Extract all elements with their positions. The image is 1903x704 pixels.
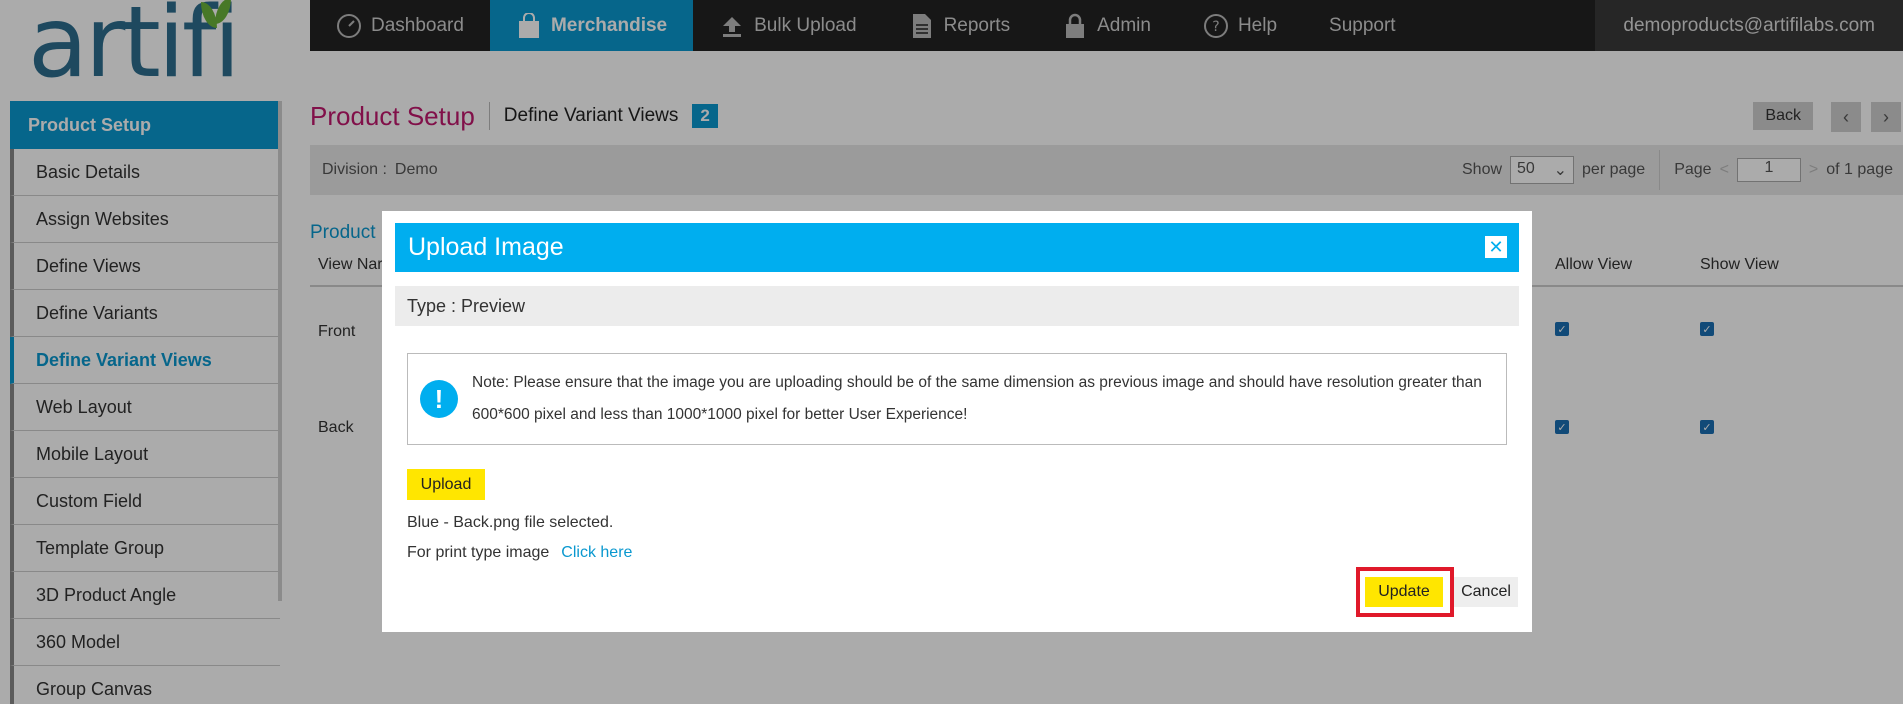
update-button[interactable]: Update xyxy=(1365,577,1443,607)
exclamation-icon: ! xyxy=(420,380,458,418)
type-bar: Type : Preview xyxy=(395,286,1519,326)
print-type-label: For print type image xyxy=(407,544,550,561)
cancel-button[interactable]: Cancel xyxy=(1454,577,1518,607)
print-type-row: For print type image Click here xyxy=(407,544,632,562)
note-box: ! Note: Please ensure that the image you… xyxy=(407,353,1507,445)
upload-button[interactable]: Upload xyxy=(407,469,485,500)
click-here-link[interactable]: Click here xyxy=(561,544,632,562)
upload-image-modal: Upload Image ✕ Type : Preview ! Note: Pl… xyxy=(382,211,1532,632)
close-icon[interactable]: ✕ xyxy=(1485,236,1507,258)
file-selected-text: Blue - Back.png file selected. xyxy=(407,514,614,531)
modal-title: Upload Image xyxy=(408,233,564,261)
type-label: Type : Preview xyxy=(407,295,526,316)
note-text: Note: Please ensure that the image you a… xyxy=(472,374,1482,423)
modal-header: Upload Image ✕ xyxy=(395,223,1519,272)
